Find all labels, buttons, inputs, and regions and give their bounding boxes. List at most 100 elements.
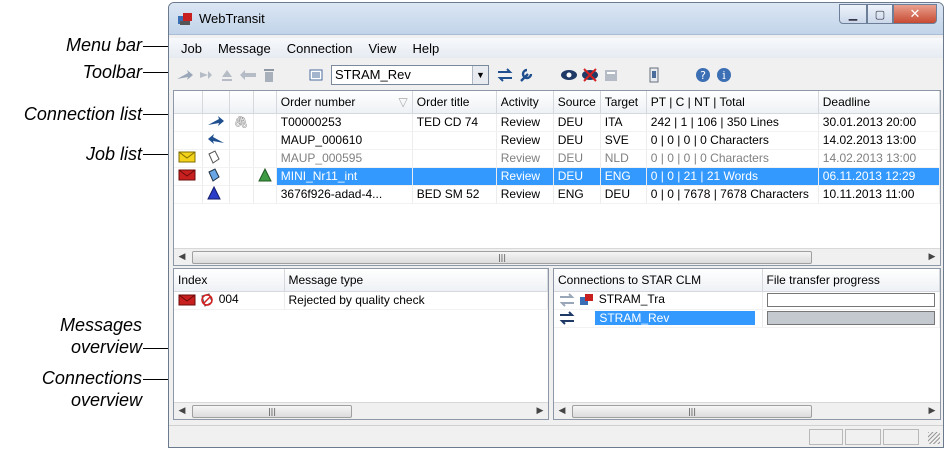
scroll-thumb[interactable]: ||| xyxy=(192,404,352,418)
counts-cell: 242 | 1 | 106 | 350 Lines xyxy=(646,113,819,132)
menu-message[interactable]: Message xyxy=(210,41,279,56)
envelope-open-icon xyxy=(178,151,196,162)
scroll-thumb[interactable]: ||| xyxy=(192,250,812,264)
target-cell: ITA xyxy=(600,113,647,132)
chevron-down-icon[interactable]: ▼ xyxy=(472,65,488,84)
row-status-cell xyxy=(174,113,203,132)
job-list-hscrollbar[interactable]: ◀ ||| ▶ xyxy=(174,248,940,265)
deadline-cell: 30.01.2013 20:00 xyxy=(818,113,940,132)
column-order-title[interactable]: Order title xyxy=(412,91,497,114)
document-blue-icon xyxy=(207,167,220,182)
column-priority[interactable] xyxy=(253,91,277,114)
svg-text:?: ? xyxy=(700,69,706,82)
envelope-red-icon xyxy=(178,169,196,180)
messages-hscrollbar[interactable]: ◀ ||| ▶ xyxy=(174,402,548,419)
row-attachment-cell xyxy=(229,167,254,186)
minimize-button[interactable]: ▁ xyxy=(839,4,867,24)
order-number-cell: MINI_Nr11_int xyxy=(276,167,413,186)
order-number-cell: MAUP_000595 xyxy=(276,149,413,168)
column-file-transfer-progress[interactable]: File transfer progress xyxy=(762,269,940,292)
scroll-right-icon[interactable]: ▶ xyxy=(532,406,548,416)
counts-cell: 0 | 0 | 0 | 0 Characters xyxy=(646,149,819,168)
column-message-type[interactable]: Message type xyxy=(284,269,548,292)
connect-button[interactable] xyxy=(495,66,515,84)
column-status[interactable] xyxy=(174,91,203,114)
message-index-cell: 004 xyxy=(174,291,285,310)
source-cell: DEU xyxy=(553,167,601,186)
row-attachment-cell xyxy=(229,131,254,150)
column-counts[interactable]: PT | C | NT | Total xyxy=(646,91,819,114)
help-button[interactable]: ? xyxy=(693,66,713,84)
target-cell: SVE xyxy=(600,131,647,150)
priority-pyramid-icon xyxy=(206,185,221,199)
row-priority-cell xyxy=(253,131,277,150)
column-attachment[interactable] xyxy=(229,91,254,114)
archive-icon xyxy=(605,69,617,81)
order-title-cell: BED SM 52 xyxy=(412,185,497,204)
list-item[interactable]: STRAM_Tra xyxy=(554,291,940,310)
maximize-icon: ▢ xyxy=(874,7,886,21)
scroll-thumb[interactable]: ||| xyxy=(572,404,812,418)
return-button[interactable] xyxy=(238,66,258,84)
list-item[interactable]: 004 Rejected by quality check xyxy=(174,291,548,310)
server-icon xyxy=(580,294,594,305)
order-number-cell: 3676f926-adad-4... xyxy=(276,185,413,204)
document-info-icon xyxy=(649,67,659,82)
close-button[interactable]: ✕ xyxy=(893,4,937,24)
column-order-number[interactable]: Order number ▽ xyxy=(276,91,413,114)
row-attachment-cell: 🖇 xyxy=(229,113,254,132)
activity-cell: Review xyxy=(496,113,554,132)
column-source[interactable]: Source xyxy=(553,91,601,114)
table-row[interactable]: 3676f926-adad-4... BED SM 52 Review ENG … xyxy=(174,185,940,204)
column-activity[interactable]: Activity xyxy=(496,91,554,114)
forward-button[interactable] xyxy=(196,66,216,84)
column-target[interactable]: Target xyxy=(600,91,647,114)
scroll-left-icon[interactable]: ◀ xyxy=(174,252,190,262)
about-button[interactable]: i xyxy=(714,66,734,84)
connection-select[interactable]: STRAM_Rev ▼ xyxy=(331,64,489,85)
delete-button[interactable] xyxy=(259,66,279,84)
connections-hscrollbar[interactable]: ◀ ||| ▶ xyxy=(554,402,940,419)
connection-name: STRAM_Tra xyxy=(598,292,665,307)
menu-connection[interactable]: Connection xyxy=(279,41,361,56)
menu-help[interactable]: Help xyxy=(404,41,447,56)
row-type-cell xyxy=(202,185,230,204)
maximize-button[interactable]: ▢ xyxy=(867,4,893,24)
scroll-right-icon[interactable]: ▶ xyxy=(924,252,940,262)
deadline-cell: 10.11.2013 11:00 xyxy=(818,185,940,204)
row-type-cell xyxy=(202,131,230,150)
hide-button[interactable] xyxy=(580,66,600,84)
scroll-right-icon[interactable]: ▶ xyxy=(924,406,940,416)
annotation-messages-overview-2: overview xyxy=(70,337,142,357)
rejected-icon xyxy=(201,293,214,307)
table-row[interactable]: MAUP_000595 Review DEU NLD 0 | 0 | 0 | 0… xyxy=(174,149,940,168)
table-row-selected[interactable]: MINI_Nr11_int Review DEU ENG 0 | 0 | 21 … xyxy=(174,167,940,186)
job-list: Order number ▽ Order title Activity Sourc… xyxy=(173,90,941,266)
column-index[interactable]: Index xyxy=(174,269,285,292)
upload-button[interactable] xyxy=(217,66,237,84)
wrench-icon xyxy=(520,68,533,82)
view-button[interactable] xyxy=(559,66,579,84)
column-deadline[interactable]: Deadline xyxy=(818,91,940,114)
scroll-left-icon[interactable]: ◀ xyxy=(174,406,190,416)
column-connections[interactable]: Connections to STAR CLM xyxy=(554,269,763,292)
menu-job[interactable]: Job xyxy=(173,41,210,56)
progress-cell xyxy=(762,291,940,310)
activity-cell: Review xyxy=(496,167,554,186)
list-item-selected[interactable]: STRAM_Rev xyxy=(554,309,940,328)
connection-list-button[interactable] xyxy=(306,66,326,84)
menu-view[interactable]: View xyxy=(361,41,405,56)
column-type[interactable] xyxy=(202,91,230,114)
row-priority-cell xyxy=(253,167,277,186)
scroll-left-icon[interactable]: ◀ xyxy=(554,406,570,416)
info-panel-button[interactable] xyxy=(644,66,664,84)
table-row[interactable]: 🖇 T00000253 TED CD 74 Review DEU ITA 242… xyxy=(174,113,940,132)
eye-crossed-icon xyxy=(582,67,598,82)
settings-button[interactable] xyxy=(516,66,536,84)
row-priority-cell xyxy=(253,185,277,204)
archive-button[interactable] xyxy=(601,66,621,84)
table-row[interactable]: MAUP_000610 Review DEU SVE 0 | 0 | 0 | 0… xyxy=(174,131,940,150)
order-title-cell: TED CD 74 xyxy=(412,113,497,132)
send-job-button[interactable] xyxy=(175,66,195,84)
resize-grip-icon[interactable] xyxy=(928,432,940,444)
